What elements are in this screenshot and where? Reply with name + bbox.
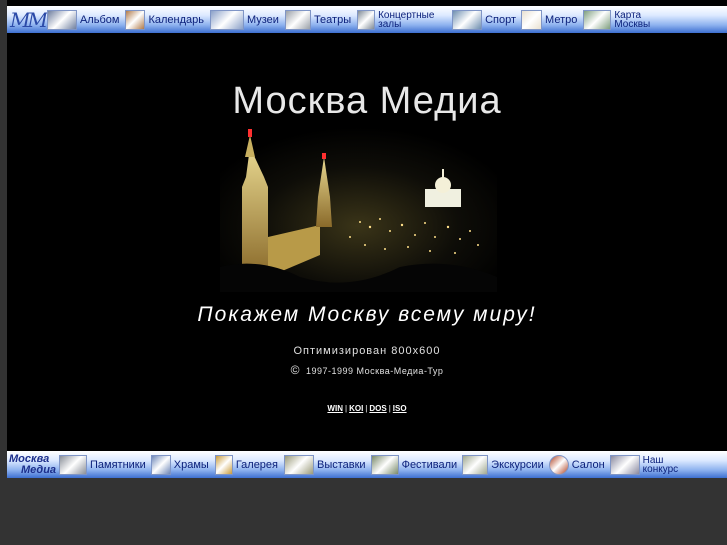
nav-moscow-map[interactable]: Карта Москвы <box>583 6 662 33</box>
nav-salon-label: Салон <box>571 458 605 471</box>
nav-excursions-label: Экскурсии <box>491 458 544 471</box>
festival-icon <box>370 454 399 475</box>
nav-festivals[interactable]: Фестивали <box>370 451 458 478</box>
nav-calendar-label: Календарь <box>148 13 204 26</box>
optimized-note: Оптимизирован 800х600 <box>293 345 441 357</box>
kremlin-night-photo <box>220 127 497 292</box>
logo-line-2: Медиа <box>21 463 57 476</box>
encoding-koi-link[interactable]: KOI <box>349 404 363 413</box>
sport-icon <box>452 9 483 30</box>
church-icon <box>150 454 171 475</box>
site-title: Москва Медиа <box>232 80 502 122</box>
nav-contest[interactable]: Наш конкурс <box>609 451 691 478</box>
nav-gallery[interactable]: Галерея <box>214 451 278 478</box>
nav-monuments[interactable]: Памятники <box>59 451 146 478</box>
nav-churches-label: Храмы <box>173 458 209 471</box>
album-photo-icon <box>46 9 77 30</box>
copyright-text: 1997-1999 Москва-Медиа-Тур <box>305 366 444 376</box>
metro-map-icon <box>521 9 543 30</box>
nav-metro[interactable]: Метро <box>521 6 577 33</box>
nav-excursions[interactable]: Экскурсии <box>462 451 544 478</box>
nav-sport[interactable]: Спорт <box>452 6 516 33</box>
logo-line-1: Москва <box>9 452 50 465</box>
nav-salon[interactable]: Салон <box>548 451 605 478</box>
museum-icon <box>209 9 244 30</box>
nav-concert-halls[interactable]: Концертные залы <box>357 6 448 33</box>
nav-calendar[interactable]: Календарь <box>125 6 204 33</box>
moscow-map-icon <box>583 9 612 30</box>
nav-monuments-label: Памятники <box>90 458 146 471</box>
bottom-navigation-bar: Москва Медиа Памятники Храмы Галерея Выс… <box>7 451 727 478</box>
nav-museums-label: Музеи <box>246 13 279 26</box>
nav-exhibitions[interactable]: Выставки <box>284 451 366 478</box>
salon-icon <box>548 454 569 475</box>
contest-icon <box>609 454 640 475</box>
concert-hall-icon <box>357 9 376 30</box>
exhibition-icon <box>284 454 314 475</box>
nav-contest-label: Наш конкурс <box>642 454 679 475</box>
slogan: Покажем Москву всему миру! <box>197 303 537 326</box>
top-navigation-bar: MM Альбом Календарь Музеи Театры Концерт… <box>7 6 727 33</box>
separator: | <box>365 404 368 413</box>
encoding-links: WIN | KOI | DOS | ISO <box>7 404 727 413</box>
nav-exhibitions-label: Выставки <box>317 458 366 471</box>
encoding-dos-link[interactable]: DOS <box>369 404 386 413</box>
nav-moscow-map-label: Карта Москвы <box>614 9 651 30</box>
nav-theatres-label: Театры <box>313 13 352 26</box>
theatre-icon <box>284 9 311 30</box>
copyright: © 1997-1999 Москва-Медиа-Тур <box>7 363 727 377</box>
nav-metro-label: Метро <box>545 13 578 26</box>
nav-festivals-label: Фестивали <box>401 458 458 471</box>
nav-gallery-label: Галерея <box>235 458 278 471</box>
nav-album[interactable]: Альбом <box>46 6 120 33</box>
nav-concert-halls-label: Концертные залы <box>378 9 435 30</box>
copyright-symbol: © <box>290 363 300 377</box>
encoding-iso-link[interactable]: ISO <box>393 404 407 413</box>
encoding-win-link[interactable]: WIN <box>327 404 343 413</box>
kremlin-night-illustration <box>220 127 497 292</box>
mm-logo[interactable]: MM <box>7 8 48 32</box>
nav-album-label: Альбом <box>79 13 120 26</box>
nav-sport-label: Спорт <box>485 13 517 26</box>
separator: | <box>388 404 391 413</box>
nav-museums[interactable]: Музеи <box>209 6 279 33</box>
excursion-icon <box>462 454 489 475</box>
moskva-media-logo[interactable]: Москва Медиа <box>7 452 59 476</box>
separator: | <box>344 404 348 413</box>
nav-theatres[interactable]: Театры <box>284 6 352 33</box>
monument-icon <box>59 454 87 475</box>
nav-churches[interactable]: Храмы <box>150 451 209 478</box>
calendar-icon <box>125 9 146 30</box>
gallery-icon <box>214 454 233 475</box>
